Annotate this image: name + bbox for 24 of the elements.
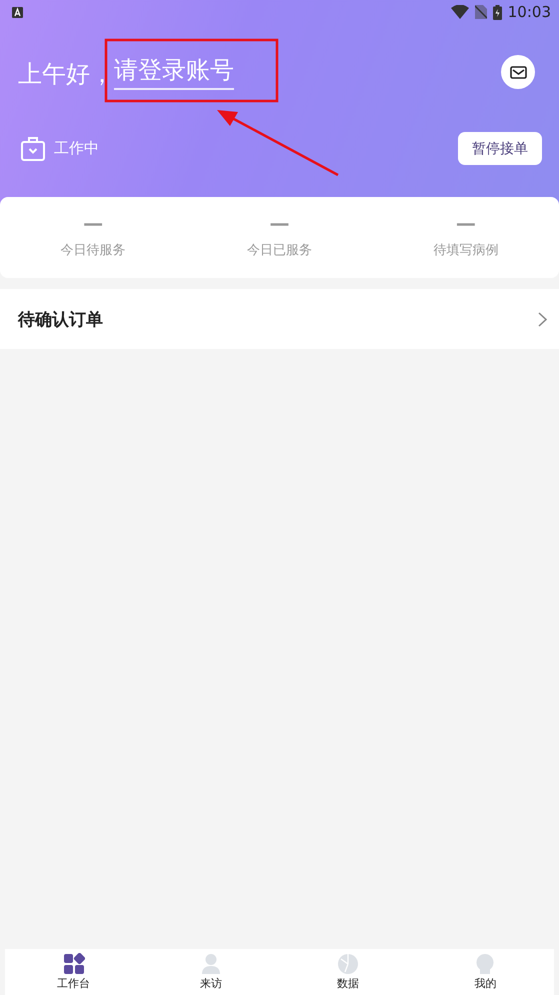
battery-icon [492,4,502,20]
no-sim-icon [474,5,487,19]
message-button[interactable] [501,55,535,89]
app-notification-icon [12,6,23,18]
stat-label: 今日待服务 [60,242,126,259]
nav-tab[interactable]: 数据 [280,949,417,995]
pending-orders-row[interactable]: 待确认订单 [0,289,559,349]
greeting-text: 上午好， [18,59,114,90]
section-title: 待确认订单 [18,308,103,330]
nav-tab[interactable]: 来访 [142,949,280,995]
nav-tab[interactable]: 工作台 [5,949,142,995]
stat-value: — [83,213,104,233]
stat-label: 今日已服务 [246,242,312,259]
stat-value: — [269,213,290,233]
nav-tab[interactable]: 我的 [416,949,554,995]
stat-value: — [456,213,476,233]
chevron-right-icon [538,312,547,326]
pause-orders-button[interactable]: 暂停接单 [458,132,542,165]
envelope-icon [510,66,526,78]
stat-label: 待填写病例 [433,242,498,259]
wifi-icon [450,5,469,19]
clock-time: 10:03 [508,3,551,21]
briefcase-icon [20,136,46,162]
work-status: 工作中 [54,139,99,158]
